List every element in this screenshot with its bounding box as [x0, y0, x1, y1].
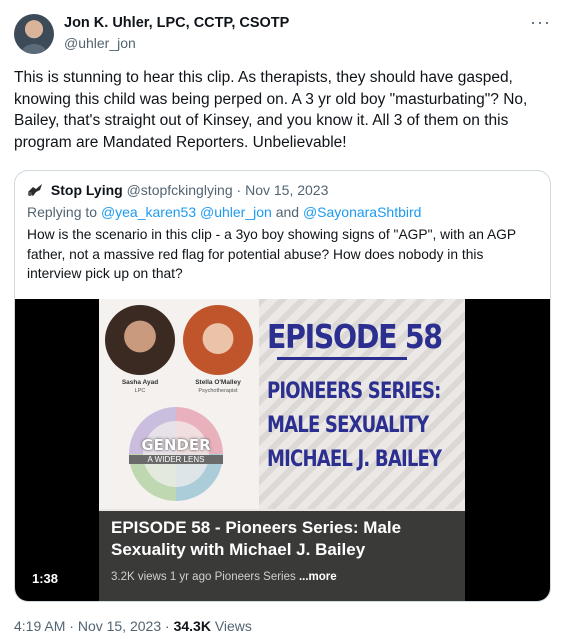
guest-portrait-1 — [105, 305, 175, 375]
quote-author-name[interactable]: Stop Lying — [51, 182, 123, 198]
replying-and: and — [275, 204, 300, 220]
author-handle[interactable]: @uhler_jon — [64, 35, 136, 51]
series-line-2: MALE SEXUALITY — [267, 413, 429, 438]
guest2-role: Psychotherapist — [198, 388, 238, 394]
episode-number-art: EPISODE 58 — [267, 317, 443, 356]
quote-header: Stop Lying @stopfckinglying · Nov 15, 20… — [27, 182, 328, 198]
quote-text: How is the scenario in this clip - a 3yo… — [27, 227, 516, 281]
replying-to-line: Replying to @yea_karen53 @uhler_jon and … — [27, 204, 421, 220]
podcast-logo-subtitle: A WIDER LENS — [129, 455, 223, 464]
podcast-logo-title: GENDER — [141, 436, 211, 454]
tweet-footer: 4:19 AM · Nov 15, 2023 · 34.3K Views — [14, 618, 252, 634]
series-line-1: PIONEERS SERIES: — [267, 379, 441, 404]
quote-avatar-icon — [28, 184, 42, 196]
author-name[interactable]: Jon K. Uhler, LPC, CCTP, CSOTP — [64, 15, 289, 31]
video-meta: 3.2K views 1 yr ago Pioneers Series ...m… — [111, 571, 337, 583]
footer-separator-1: · — [69, 618, 78, 634]
reply-mention-1[interactable]: @yea_karen53 — [101, 204, 196, 220]
quote-date[interactable]: Nov 15, 2023 — [245, 182, 328, 198]
video-info-overlay: EPISODE 58 - Pioneers Series: Male Sexua… — [99, 511, 465, 601]
video-player[interactable]: Sasha Ayad LPC Stella O'Malley Psychothe… — [15, 299, 550, 601]
guest1-role: LPC — [134, 388, 146, 394]
tweet-time[interactable]: 4:19 AM — [14, 618, 65, 634]
footer-separator-2: · — [165, 618, 174, 634]
series-line-3: MICHAEL J. BAILEY — [267, 447, 442, 472]
video-duration: 1:38 — [32, 571, 59, 586]
views-label: Views — [214, 618, 252, 634]
video-views: 3.2K views — [111, 571, 167, 583]
video-title[interactable]: EPISODE 58 - Pioneers Series: Male Sexua… — [111, 517, 441, 561]
podcast-logo — [129, 407, 223, 501]
reply-mention-3[interactable]: @SayonaraShtbird — [303, 204, 422, 220]
author-avatar[interactable] — [14, 14, 54, 54]
video-thumbnail[interactable]: Sasha Ayad LPC Stella O'Malley Psychothe… — [99, 299, 465, 601]
reply-mention-2[interactable]: @uhler_jon — [200, 204, 272, 220]
quote-separator: · — [236, 182, 246, 198]
views-count: 34.3K — [173, 618, 211, 634]
episode-divider — [277, 357, 407, 360]
guest-portrait-2 — [183, 305, 253, 375]
video-channel[interactable]: Pioneers Series — [215, 571, 296, 583]
guest1-name: Sasha Ayad — [121, 379, 159, 386]
video-age: 1 yr ago — [169, 571, 212, 583]
guest2-name: Stella O'Malley — [195, 379, 241, 386]
quote-author-handle[interactable]: @stopfckinglying — [127, 182, 233, 198]
tweet-date[interactable]: Nov 15, 2023 — [78, 618, 161, 634]
tweet-text: This is stunning to hear this clip. As t… — [14, 69, 528, 151]
video-more-link[interactable]: ...more — [299, 571, 337, 583]
more-options-icon[interactable]: ··· — [530, 12, 551, 33]
replying-to-label: Replying to — [27, 204, 98, 220]
quoted-tweet[interactable]: Stop Lying @stopfckinglying · Nov 15, 20… — [14, 170, 551, 602]
